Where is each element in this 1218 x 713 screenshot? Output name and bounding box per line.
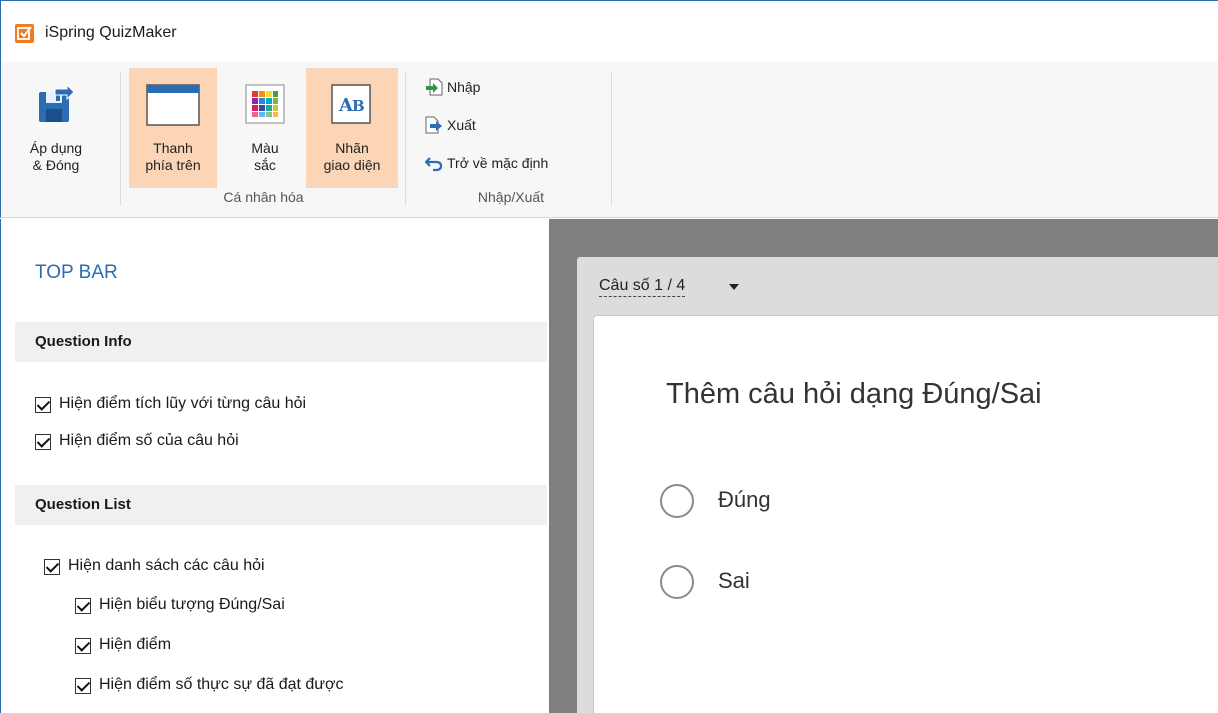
answer-label: Sai [718, 568, 750, 593]
apply-close-label-1: Áp dụng [29, 140, 83, 156]
apply-close-button[interactable]: Áp dụng & Đóng [21, 68, 91, 188]
labels-label-2: giao diện [323, 157, 381, 173]
top-bar-label-1: Thanh [153, 140, 193, 156]
window-title: iSpring QuizMaker [45, 24, 177, 41]
top-bar-label-2: phía trên [145, 157, 201, 173]
save-apply-icon [37, 83, 75, 128]
import-label: Nhập [447, 79, 481, 95]
checkbox-checked[interactable] [75, 598, 91, 614]
group-label-import-export: Nhập/Xuất [477, 189, 545, 205]
checkbox-label: Hiện biểu tượng Đúng/Sai [99, 596, 285, 613]
colors-label-1: Màu [251, 140, 279, 156]
question-text: Thêm câu hỏi dạng Đúng/Sai [666, 378, 1042, 410]
undo-arrow-icon [424, 154, 443, 172]
ribbon-toolbar: Áp dụng & Đóng Thanh phía trên Màu sắc A… [0, 62, 1218, 218]
ribbon-separator [405, 72, 406, 206]
labels-label-1: Nhãn [335, 140, 369, 156]
section-question-list: Question List [15, 485, 547, 525]
checkbox-label: Hiện điểm tích lũy với từng câu hỏi [59, 395, 307, 412]
group-label-personalize: Cá nhân hóa [223, 189, 304, 205]
export-icon [425, 116, 443, 134]
labels-button[interactable]: A B Nhãn giao diện [306, 68, 398, 188]
answer-label: Đúng [718, 487, 771, 512]
color-palette-icon [245, 84, 285, 128]
title-bar: iSpring QuizMaker [0, 0, 1218, 62]
checkbox-label: Hiện điểm số thực sự đã đạt được [99, 676, 344, 693]
checkbox-checked[interactable] [35, 434, 51, 450]
ribbon-separator [611, 72, 612, 206]
checkbox-label: Hiện điểm [99, 636, 172, 653]
reset-default-label: Trở về mặc định [447, 155, 549, 171]
top-bar-button[interactable]: Thanh phía trên [129, 68, 217, 188]
colors-label-2: sắc [254, 157, 276, 173]
question-slide: Thêm câu hỏi dạng Đúng/Sai Đúng Sai [593, 315, 1218, 713]
export-label: Xuất [447, 117, 476, 133]
settings-panel: TOP BAR Question Info Hiện điểm tích lũy… [0, 219, 548, 713]
apply-close-label-2: & Đóng [32, 157, 80, 173]
question-counter-dropdown[interactable]: Câu số 1 / 4 [599, 277, 686, 297]
quiz-preview-area: Câu số 1 / 4 Thêm câu hỏi dạng Đúng/Sai … [549, 219, 1218, 713]
section-heading: Question List [35, 496, 131, 513]
ribbon-separator [120, 72, 121, 206]
text-labels-icon: A B [331, 84, 371, 128]
section-question-info: Question Info [15, 322, 547, 362]
checkbox-label: Hiện danh sách các câu hỏi [68, 557, 265, 574]
quiz-player-frame: Câu số 1 / 4 Thêm câu hỏi dạng Đúng/Sai … [577, 257, 1218, 713]
checkbox-checked[interactable] [75, 678, 91, 694]
import-icon [425, 78, 443, 96]
checkbox-label: Hiện điểm số của câu hỏi [59, 432, 239, 449]
dropdown-caret-icon[interactable] [729, 284, 739, 290]
section-heading: Question Info [35, 333, 132, 350]
svg-text:B: B [352, 97, 365, 115]
panel-title: TOP BAR [35, 262, 118, 283]
ispring-logo-icon [15, 24, 34, 43]
colors-button[interactable]: Màu sắc [237, 68, 293, 188]
checkbox-checked[interactable] [44, 559, 60, 575]
checkbox-checked[interactable] [75, 638, 91, 654]
window-layout-icon [146, 84, 200, 130]
radio-button[interactable] [660, 565, 694, 599]
radio-button[interactable] [660, 484, 694, 518]
checkbox-checked[interactable] [35, 397, 51, 413]
